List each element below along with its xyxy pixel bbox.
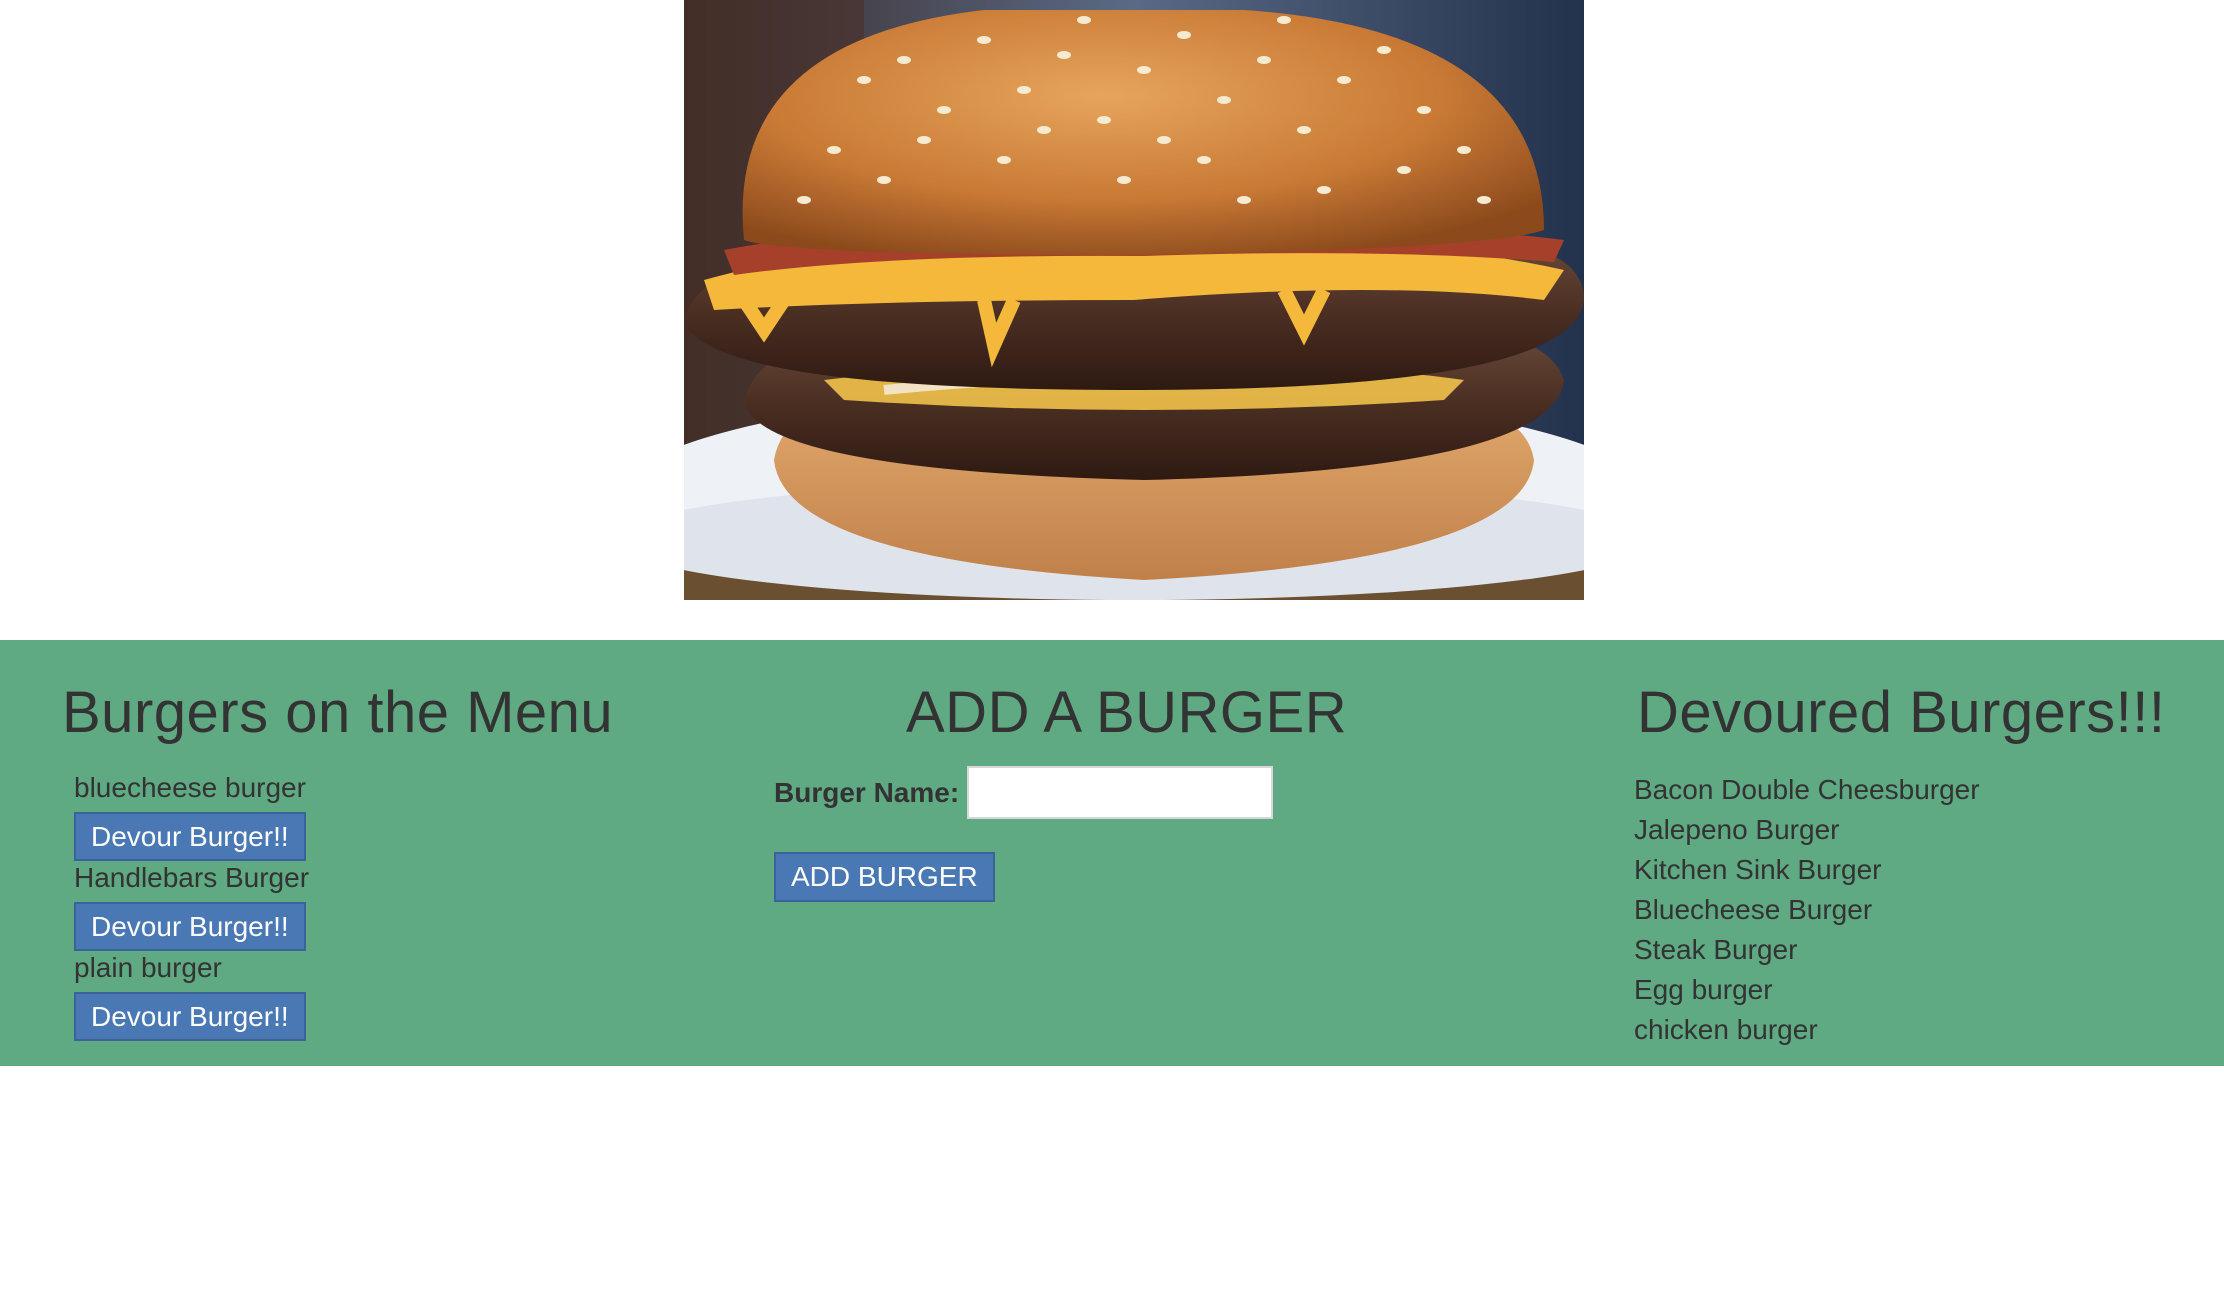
burger-name-label: Burger Name: (774, 776, 960, 808)
list-item: Egg burger (1634, 974, 1773, 1005)
list-item: chicken burger (1634, 1014, 1818, 1045)
menu-list: bluecheese burger Devour Burger!! Handle… (74, 770, 310, 1041)
burger-name: plain burger (74, 952, 222, 983)
burger-name: bluecheese burger (74, 772, 306, 803)
list-item: Bluecheese Burger (1634, 894, 1873, 925)
burger-name-row: Burger Name: (774, 766, 1274, 819)
devour-button[interactable]: Devour Burger!! (74, 992, 306, 1041)
devour-button[interactable]: Devour Burger!! (74, 812, 306, 861)
list-item: Bacon Double Cheesburger (1634, 774, 1980, 805)
devour-button[interactable]: Devour Burger!! (74, 902, 306, 951)
burger-name: Handlebars Burger (74, 862, 310, 893)
add-burger-title: ADD A BURGER (906, 680, 1348, 745)
add-burger-button[interactable]: ADD BURGER (774, 852, 995, 902)
devoured-list: Bacon Double Cheesburger Jalepeno Burger… (1634, 770, 1980, 1050)
burger-panel: Burgers on the Menu bluecheese burger De… (0, 640, 2224, 1066)
list-item: Steak Burger (1634, 934, 1798, 965)
devoured-title: Devoured Burgers!!! (1637, 680, 2166, 745)
list-item: Handlebars Burger Devour Burger!! (74, 860, 310, 951)
list-item: Kitchen Sink Burger (1634, 854, 1882, 885)
burger-photo (684, 0, 1584, 600)
hero-burger-image (684, 0, 1584, 600)
list-item: bluecheese burger Devour Burger!! (74, 770, 309, 861)
list-item: plain burger Devour Burger!! (74, 950, 309, 1041)
menu-title: Burgers on the Menu (62, 680, 614, 745)
burger-name-input[interactable] (967, 766, 1274, 819)
list-item: Jalepeno Burger (1634, 814, 1840, 845)
